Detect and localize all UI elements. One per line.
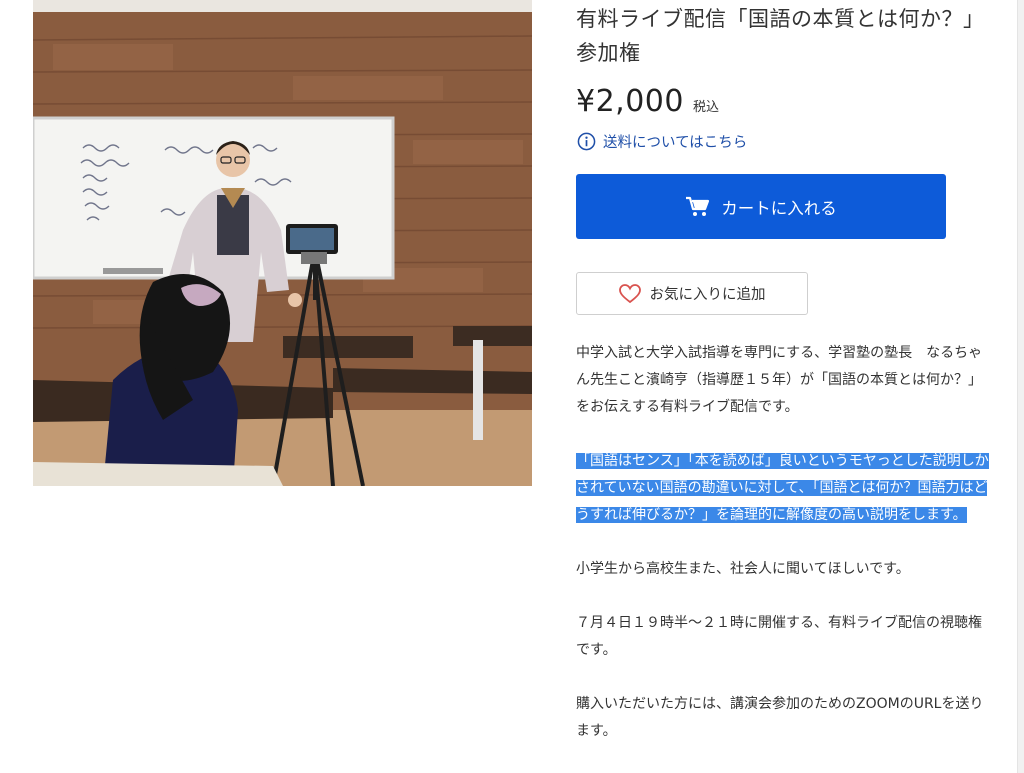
product-photo bbox=[33, 0, 532, 486]
product-description: 中学入試と大学入試指導を専門にする、学習塾の塾長 なるちゃん先生こと濱崎亨（指導… bbox=[576, 340, 990, 772]
scrollbar-track[interactable] bbox=[1017, 0, 1024, 773]
description-paragraph-5: 購入いただいた方には、講演会参加のためのZOOMのURLを送ります。 bbox=[576, 696, 984, 739]
description-paragraph-1: 中学入試と大学入試指導を専門にする、学習塾の塾長 なるちゃん先生こと濱崎亨（指導… bbox=[576, 345, 983, 415]
shipping-link-label: 送料についてはこちら bbox=[603, 135, 748, 151]
description-paragraph-3: 小学生から高校生また、社会人に聞いてほしいです。 bbox=[576, 561, 910, 577]
favorite-button-label: お気に入りに追加 bbox=[649, 287, 766, 303]
tax-label: 税込 bbox=[692, 100, 719, 115]
info-circle-icon bbox=[576, 132, 596, 152]
product-page: 有料ライブ配信「国語の本質とは何か？」参加権 ¥2,000 税込 送料については… bbox=[0, 0, 1024, 773]
shipping-info-link[interactable]: 送料についてはこちら bbox=[576, 131, 747, 152]
add-to-favorites-button[interactable]: お気に入りに追加 bbox=[576, 272, 808, 315]
add-to-cart-button[interactable]: カートに入れる bbox=[576, 174, 946, 239]
product-title: 有料ライブ配信「国語の本質とは何か？」参加権 bbox=[576, 7, 974, 65]
description-paragraph-2: 「国語はセンス」「本を読めば」良いというモヤっとした説明しかされていない国語の勘… bbox=[576, 453, 989, 523]
cart-button-label: カートに入れる bbox=[721, 198, 837, 218]
heart-icon bbox=[618, 283, 641, 304]
cart-icon bbox=[685, 196, 711, 218]
price-row: ¥2,000 税込 bbox=[576, 84, 719, 119]
product-price: ¥2,000 bbox=[576, 84, 684, 119]
selected-text-block: 「国語はセンス」「本を読めば」良いというモヤっとした説明しかされていない国語の勘… bbox=[576, 448, 990, 529]
description-paragraph-4: ７月４日１９時半〜２１時に開催する、有料ライブ配信の視聴権です。 bbox=[576, 615, 982, 658]
